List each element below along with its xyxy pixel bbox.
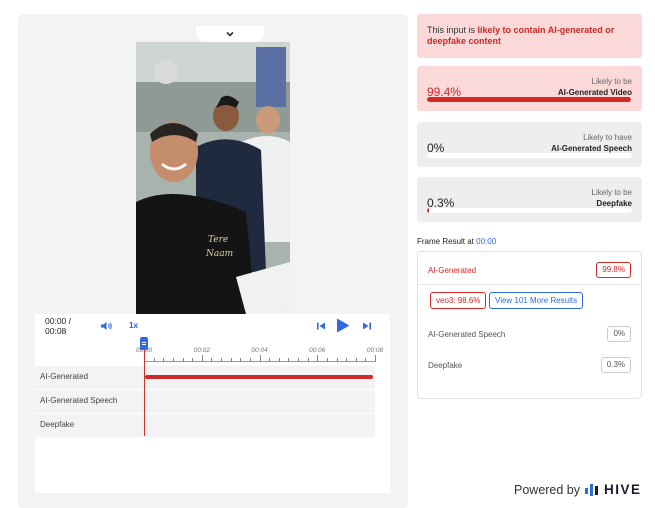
ruler-tick — [153, 358, 155, 362]
score-card: 99.4% Likely to be AI-Generated Video — [417, 66, 642, 111]
ruler-tick — [172, 358, 174, 362]
score-progress-fill — [427, 208, 430, 213]
powered-by-footer: Powered by HIVE — [514, 482, 642, 497]
view-more-results-button[interactable]: View 101 More Results — [489, 292, 584, 309]
score-card: 0% Likely to have AI-Generated Speech — [417, 122, 642, 167]
score-caption: Likely to be Deepfake — [592, 187, 632, 209]
video-watermark: Veo — [278, 307, 286, 312]
track-label: Deepfake — [40, 420, 75, 429]
hive-brand-name: HIVE — [604, 482, 642, 497]
ruler-tick — [355, 358, 357, 362]
score-progress-fill — [427, 97, 631, 102]
ruler-tick — [317, 355, 319, 362]
score-progress-track — [427, 97, 632, 102]
ruler-tick — [211, 358, 213, 362]
ruler-tick — [336, 358, 338, 362]
score-progress-track — [427, 153, 632, 158]
score-caption-top: Likely to be — [591, 77, 632, 86]
time-current: 00:00 / — [45, 316, 71, 326]
score-progress-track — [427, 208, 632, 213]
playhead-line — [144, 350, 145, 436]
ruler-tick — [192, 358, 194, 362]
ruler-tick-label: 00:08 — [366, 347, 384, 354]
video-frame[interactable]: Tere Naam Veo — [136, 42, 290, 314]
ruler-tick — [221, 358, 222, 362]
ruler-tick-label: 00:06 — [309, 347, 326, 354]
time-readout: 00:00 / 00:08 — [45, 316, 85, 336]
frame-result-card: AI-Generated 99.8% veo3: 98.6% View 101 … — [417, 251, 642, 399]
ruler-tick-label: 00:04 — [251, 347, 268, 354]
svg-text:Naam: Naam — [205, 249, 233, 259]
frame-result-heading: Frame Result at 00:00 — [417, 237, 496, 246]
powered-by-label: Powered by — [514, 482, 581, 497]
frame-card-divider — [418, 284, 641, 285]
warning-prefix: This input is — [427, 25, 478, 35]
frame-ai-generated-label: AI-Generated — [428, 266, 477, 275]
score-caption-top: Likely to have — [583, 133, 632, 142]
ruler-tick — [201, 355, 203, 362]
skip-forward-icon[interactable] — [362, 321, 372, 331]
playhead-handle[interactable] — [140, 337, 148, 350]
frame-speech-value: 0% — [607, 326, 631, 342]
video-still: Tere Naam — [136, 42, 290, 314]
playback-speed-button[interactable]: 1x — [129, 321, 138, 330]
frame-deepfake-label: Deepfake — [428, 361, 463, 370]
score-caption: Likely to be AI-Generated Video — [558, 76, 632, 98]
ruler-tick — [326, 358, 328, 362]
time-total: 00:08 — [45, 326, 67, 336]
volume-icon[interactable] — [101, 321, 113, 331]
ruler-tick — [288, 358, 290, 362]
ruler-tick — [365, 358, 367, 362]
svg-text:Tere: Tere — [208, 235, 228, 245]
track-detection-bar — [145, 375, 373, 379]
ruler-tick — [298, 358, 299, 362]
ruler-tick — [346, 358, 348, 362]
track-row[interactable]: AI-Generated Speech — [35, 390, 375, 413]
frame-ai-generated-value: 99.8% — [596, 262, 631, 278]
frame-result-time[interactable]: 00:00 — [476, 237, 496, 246]
player-controls: 00:00 / 00:08 1x — [35, 314, 390, 340]
frame-deepfake-value: 0.3% — [600, 357, 631, 373]
hive-logo-icon — [585, 483, 599, 496]
video-player: 00:00 / 00:08 1x 00:0000:0200:0400:0600:… — [35, 314, 390, 493]
track-row[interactable]: Deepfake — [35, 414, 375, 437]
score-caption: Likely to have AI-Generated Speech — [551, 132, 632, 154]
frame-result-label: Frame Result at — [417, 237, 477, 246]
ruler-tick — [375, 355, 376, 362]
ruler-tick — [240, 358, 242, 362]
timeline-ruler[interactable]: 00:0000:0200:0400:0600:08 — [35, 337, 390, 368]
score-caption-top: Likely to be — [591, 188, 632, 197]
ruler-tick — [269, 358, 271, 362]
play-icon[interactable] — [336, 318, 350, 333]
track-label: AI-Generated — [40, 372, 89, 381]
ruler-tick — [249, 358, 251, 362]
ruler-tick — [307, 358, 309, 362]
ruler-tick — [259, 355, 261, 362]
ruler-tick — [163, 358, 165, 362]
model-result-badge: veo3: 98.6% — [430, 292, 487, 309]
warning-banner: This input is likely to contain AI-gener… — [417, 14, 642, 58]
ruler-tick — [182, 358, 184, 362]
ruler-tick — [278, 358, 280, 362]
ruler-tick-label: 00:02 — [193, 347, 210, 354]
skip-back-icon[interactable] — [316, 321, 326, 331]
track-row[interactable]: AI-Generated — [35, 366, 375, 389]
score-card: 0.3% Likely to be Deepfake — [417, 177, 642, 222]
track-label: AI-Generated Speech — [40, 396, 118, 405]
frame-speech-label: AI-Generated Speech — [428, 330, 506, 339]
collapse-tab[interactable] — [196, 26, 264, 42]
ruler-tick — [230, 358, 232, 362]
chevron-down-icon — [226, 31, 234, 37]
